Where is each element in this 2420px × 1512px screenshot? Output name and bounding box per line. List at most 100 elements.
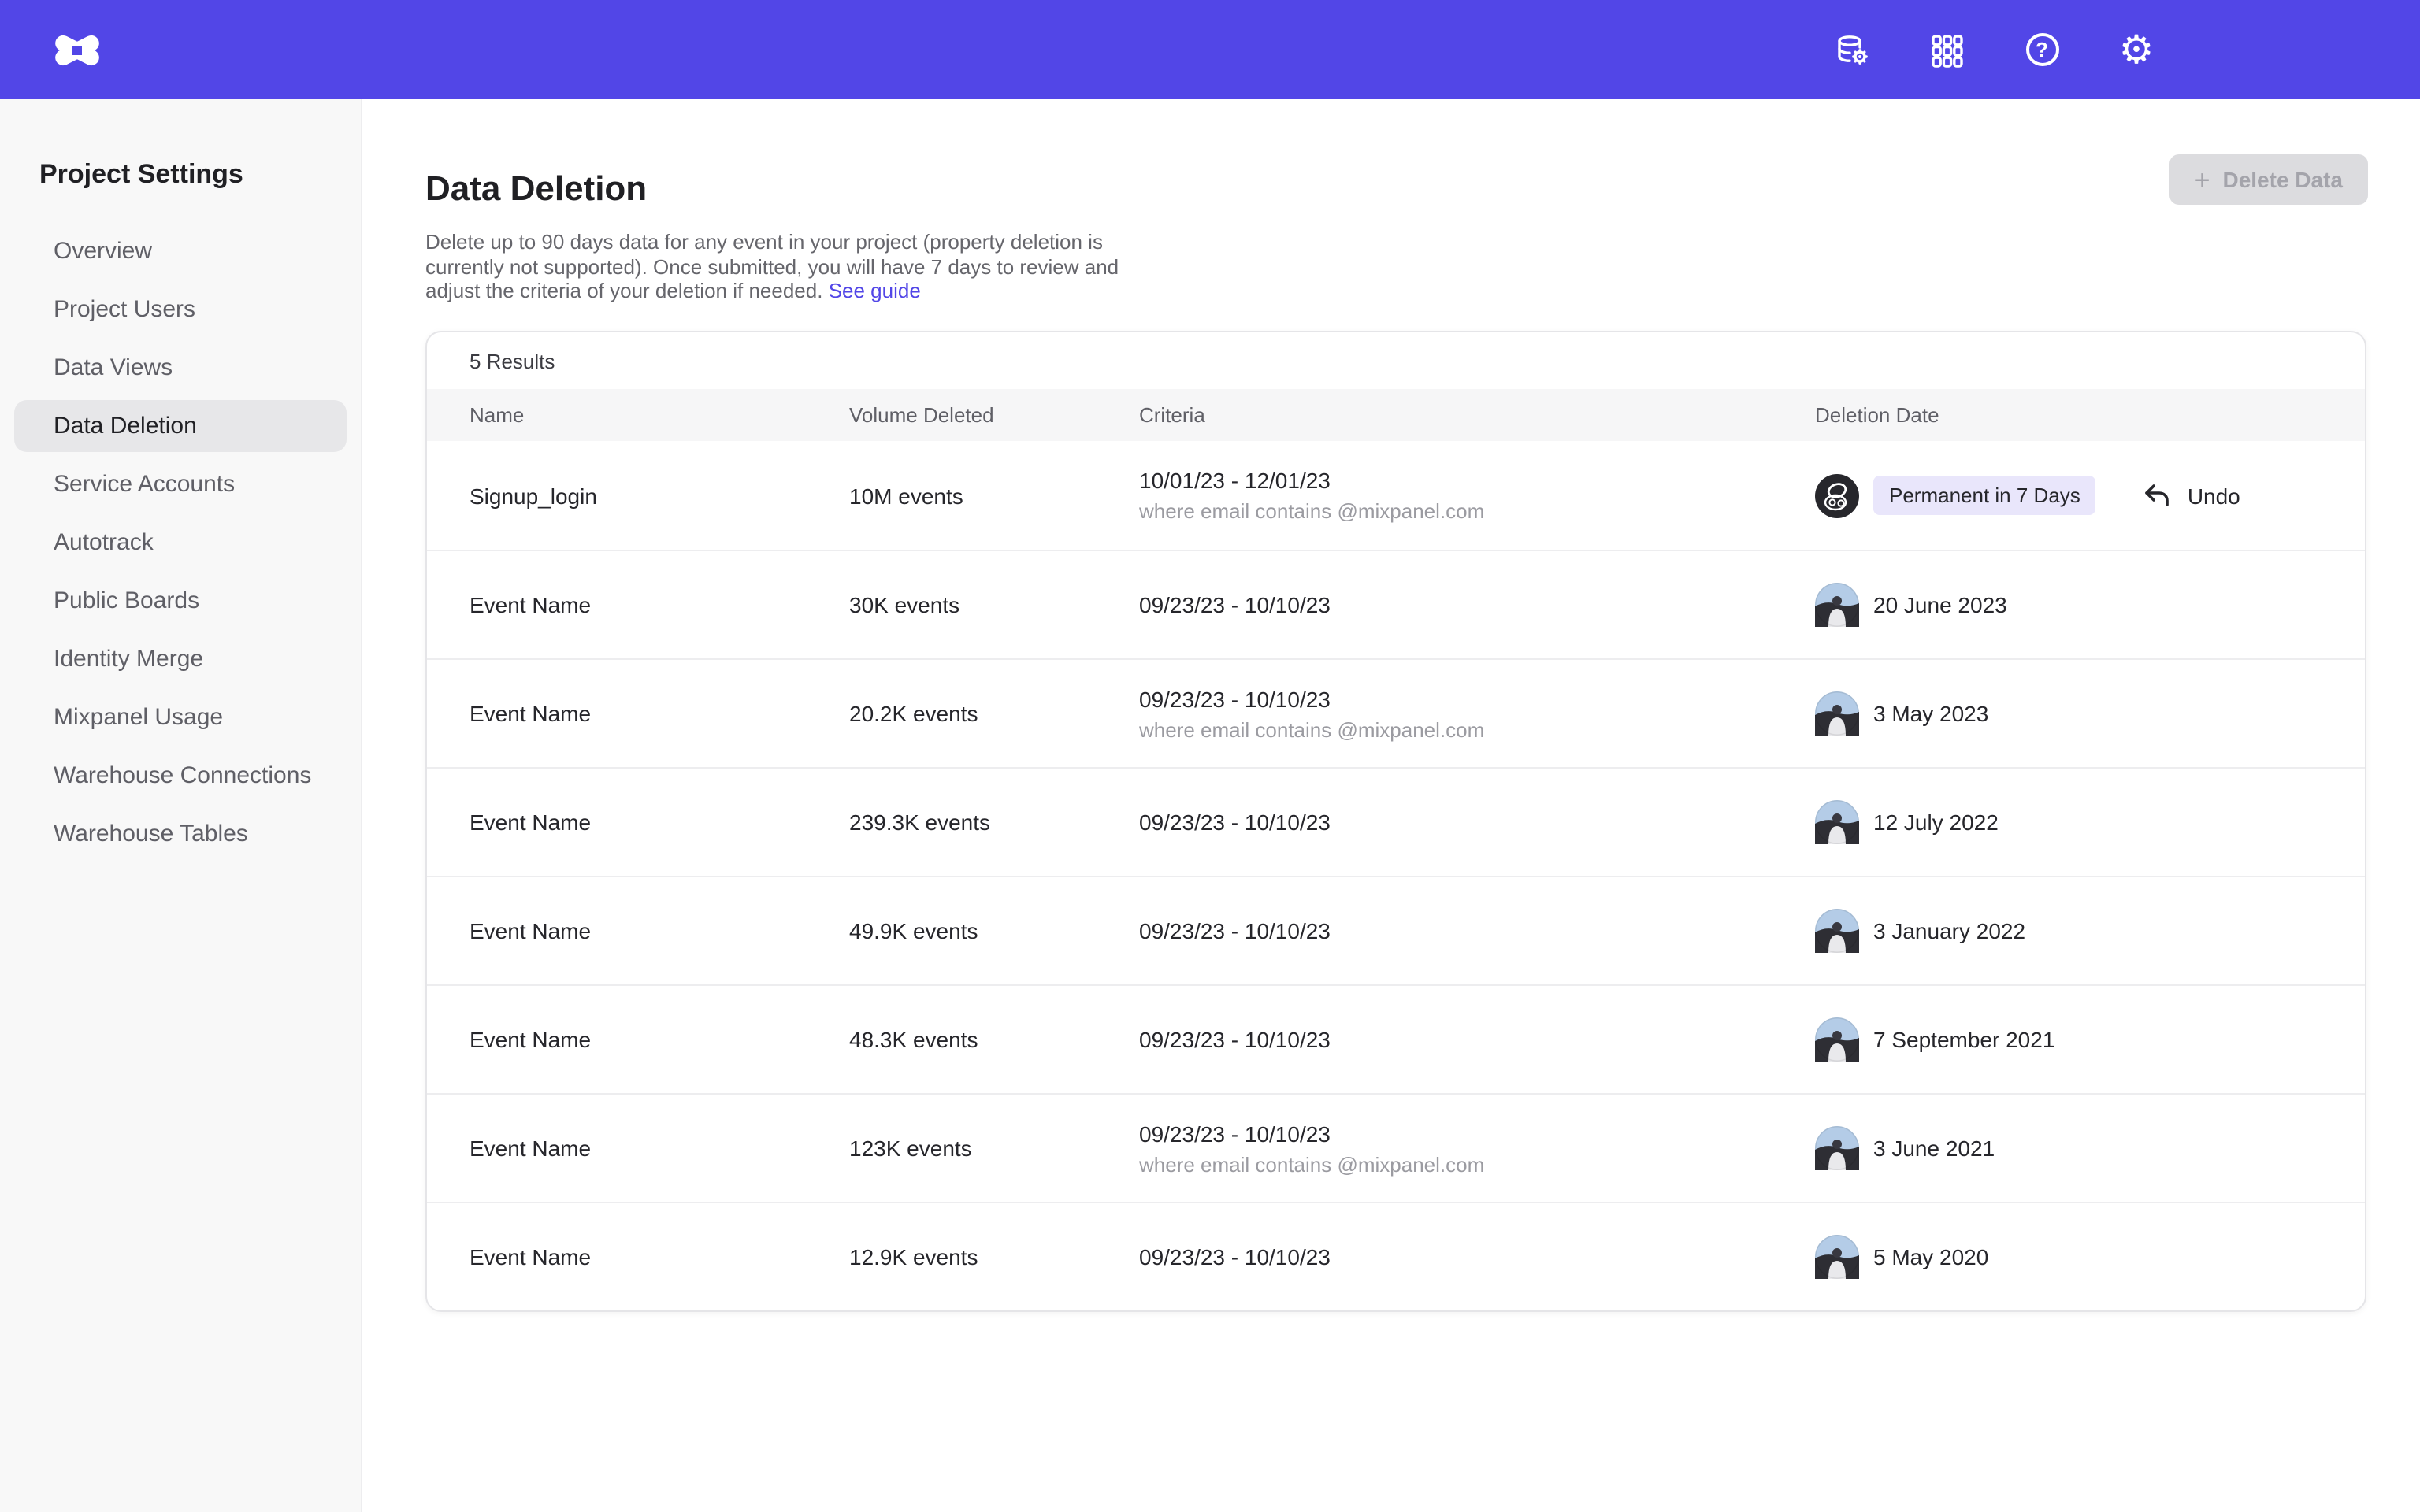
column-header-volume: Volume Deleted xyxy=(849,403,1139,427)
table-row[interactable]: Event Name 49.9K events 09/23/23 - 10/10… xyxy=(427,876,2365,984)
volume-deleted-cell: 123K events xyxy=(849,1136,1139,1161)
volume-deleted-cell: 49.9K events xyxy=(849,918,1139,943)
help-icon[interactable]: ? xyxy=(2023,31,2061,69)
results-count: 5 Results xyxy=(427,332,2365,389)
top-navigation-bar: ? ⚙ xyxy=(0,0,2420,99)
volume-deleted-cell: 20.2K events xyxy=(849,701,1139,726)
event-name-cell: Event Name xyxy=(470,1027,849,1052)
description-line: currently not supported). Once submitted… xyxy=(425,254,1119,278)
user-avatar xyxy=(1815,1017,1859,1062)
sidebar-nav-list: OverviewProject UsersData ViewsData Dele… xyxy=(0,222,361,863)
page-title: Data Deletion xyxy=(425,169,647,209)
question-mark-glyph: ? xyxy=(2025,33,2058,66)
event-name-cell: Event Name xyxy=(470,810,849,835)
deletion-date-text: 7 September 2021 xyxy=(1873,1027,2054,1052)
user-avatar xyxy=(1815,691,1859,736)
see-guide-link[interactable]: See guide xyxy=(829,279,921,302)
sidebar-item-mixpanel-usage[interactable]: Mixpanel Usage xyxy=(14,688,347,747)
event-name-cell: Event Name xyxy=(470,701,849,726)
settings-gear-icon[interactable]: ⚙ xyxy=(2118,31,2155,69)
table-row[interactable]: Event Name 239.3K events 09/23/23 - 10/1… xyxy=(427,767,2365,876)
criteria-date-range: 09/23/23 - 10/10/23 xyxy=(1139,1121,1815,1146)
description-line: Delete up to 90 days data for any event … xyxy=(425,230,1103,254)
deletion-date-cell: 3 June 2021 xyxy=(1815,1126,2365,1170)
column-header-name: Name xyxy=(470,403,849,427)
sidebar-item-identity-merge[interactable]: Identity Merge xyxy=(14,630,347,688)
criteria-date-range: 09/23/23 - 10/10/23 xyxy=(1139,1027,1815,1052)
user-avatar xyxy=(1815,1126,1859,1170)
event-name-cell: Event Name xyxy=(470,592,849,617)
user-avatar xyxy=(1815,800,1859,844)
table-row[interactable]: Event Name 30K events 09/23/23 - 10/10/2… xyxy=(427,550,2365,658)
table-row[interactable]: Event Name 48.3K events 09/23/23 - 10/10… xyxy=(427,984,2365,1093)
deletion-date-text: 5 May 2020 xyxy=(1873,1244,1988,1269)
undo-button[interactable]: Undo xyxy=(2142,480,2240,511)
sidebar-item-warehouse-tables[interactable]: Warehouse Tables xyxy=(14,805,347,863)
deletion-date-text: 3 June 2021 xyxy=(1873,1136,1995,1161)
topbar-icon-group: ? ⚙ xyxy=(1834,0,2155,99)
user-avatar xyxy=(1815,909,1859,953)
user-avatar xyxy=(1815,473,1859,517)
column-header-deletion-date: Deletion Date xyxy=(1815,403,2365,427)
volume-deleted-cell: 10M events xyxy=(849,483,1139,508)
main-content: Data Deletion Delete up to 90 days data … xyxy=(362,99,2420,1512)
criteria-filter-subtext: where email contains @mixpanel.com xyxy=(1139,499,1815,523)
event-name-cell: Signup_login xyxy=(470,483,849,508)
undo-arrow-icon xyxy=(2142,480,2173,511)
criteria-cell: 09/23/23 - 10/10/23 xyxy=(1139,1027,1815,1052)
deletion-date-cell: 5 May 2020 xyxy=(1815,1235,2365,1279)
deletion-date-text: 20 June 2023 xyxy=(1873,592,2007,617)
table-header-row: Name Volume Deleted Criteria Deletion Da… xyxy=(427,389,2365,441)
database-gear-icon[interactable] xyxy=(1834,31,1872,69)
deletion-date-cell: 3 January 2022 xyxy=(1815,909,2365,953)
sidebar-item-autotrack[interactable]: Autotrack xyxy=(14,513,347,572)
volume-deleted-cell: 239.3K events xyxy=(849,810,1139,835)
criteria-cell: 09/23/23 - 10/10/23 xyxy=(1139,810,1815,835)
criteria-filter-subtext: where email contains @mixpanel.com xyxy=(1139,1152,1815,1176)
criteria-cell: 09/23/23 - 10/10/23 xyxy=(1139,918,1815,943)
volume-deleted-cell: 30K events xyxy=(849,592,1139,617)
mixpanel-logo[interactable] xyxy=(50,23,104,76)
volume-deleted-cell: 48.3K events xyxy=(849,1027,1139,1052)
logo-center-square xyxy=(72,45,82,54)
user-avatar xyxy=(1815,583,1859,627)
sidebar-item-project-users[interactable]: Project Users xyxy=(14,280,347,339)
criteria-filter-subtext: where email contains @mixpanel.com xyxy=(1139,717,1815,741)
apps-grid-icon[interactable] xyxy=(1928,31,1966,69)
table-row[interactable]: Event Name 123K events 09/23/23 - 10/10/… xyxy=(427,1093,2365,1202)
criteria-date-range: 09/23/23 - 10/10/23 xyxy=(1139,592,1815,617)
settings-sidebar: Project Settings OverviewProject UsersDa… xyxy=(0,99,362,1512)
permanent-status-badge: Permanent in 7 Days xyxy=(1873,476,2096,515)
sidebar-item-data-views[interactable]: Data Views xyxy=(14,339,347,397)
deletion-date-cell: Permanent in 7 Days Undo xyxy=(1815,473,2365,517)
sidebar-item-overview[interactable]: Overview xyxy=(14,222,347,280)
description-line: adjust the criteria of your deletion if … xyxy=(425,279,822,302)
sidebar-item-public-boards[interactable]: Public Boards xyxy=(14,572,347,630)
deletion-date-text: 3 May 2023 xyxy=(1873,701,1988,726)
criteria-date-range: 09/23/23 - 10/10/23 xyxy=(1139,918,1815,943)
criteria-cell: 09/23/23 - 10/10/23 xyxy=(1139,1244,1815,1269)
criteria-cell: 09/23/23 - 10/10/23 where email contains… xyxy=(1139,686,1815,741)
criteria-date-range: 10/01/23 - 12/01/23 xyxy=(1139,468,1815,493)
criteria-cell: 10/01/23 - 12/01/23 where email contains… xyxy=(1139,468,1815,523)
sidebar-title: Project Settings xyxy=(39,159,361,191)
volume-deleted-cell: 12.9K events xyxy=(849,1244,1139,1269)
plus-icon: + xyxy=(2195,166,2210,193)
deletion-date-text: 12 July 2022 xyxy=(1873,810,1999,835)
delete-data-button-label: Delete Data xyxy=(2222,167,2343,192)
sidebar-item-warehouse-connections[interactable]: Warehouse Connections xyxy=(14,747,347,805)
sidebar-item-data-deletion[interactable]: Data Deletion xyxy=(14,400,347,452)
event-name-cell: Event Name xyxy=(470,1136,849,1161)
table-row[interactable]: Event Name 20.2K events 09/23/23 - 10/10… xyxy=(427,658,2365,767)
user-avatar xyxy=(1815,1235,1859,1279)
page-description: Delete up to 90 days data for any event … xyxy=(425,230,1134,303)
criteria-date-range: 09/23/23 - 10/10/23 xyxy=(1139,686,1815,711)
table-row[interactable]: Event Name 12.9K events 09/23/23 - 10/10… xyxy=(427,1202,2365,1310)
deletion-date-cell: 12 July 2022 xyxy=(1815,800,2365,844)
criteria-cell: 09/23/23 - 10/10/23 where email contains… xyxy=(1139,1121,1815,1176)
column-header-criteria: Criteria xyxy=(1139,403,1815,427)
table-row[interactable]: Signup_login 10M events 10/01/23 - 12/01… xyxy=(427,441,2365,550)
sidebar-item-service-accounts[interactable]: Service Accounts xyxy=(14,455,347,513)
criteria-date-range: 09/23/23 - 10/10/23 xyxy=(1139,1244,1815,1269)
delete-data-button[interactable]: + Delete Data xyxy=(2169,154,2368,205)
